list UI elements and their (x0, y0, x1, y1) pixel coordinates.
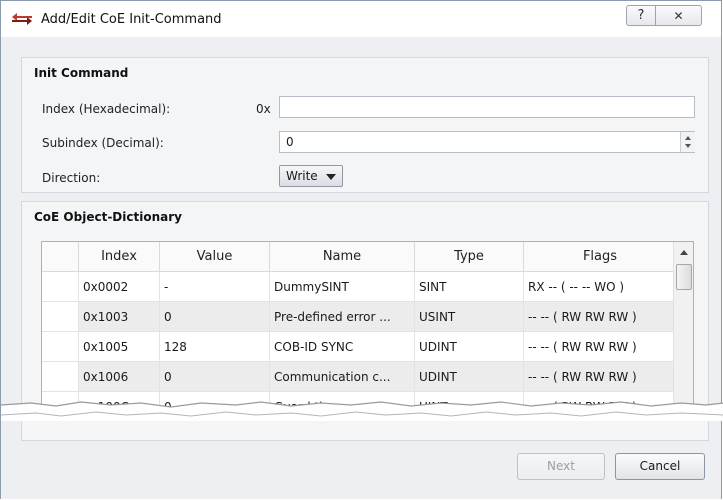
arrows-icon (12, 13, 32, 25)
column-header-name[interactable]: Name (269, 242, 415, 272)
torn-edge-divider (1, 401, 723, 421)
chevron-down-icon (326, 174, 336, 180)
object-dictionary-table[interactable]: Index Value Name Type Flags 0x0002 - Dum… (41, 241, 694, 417)
direction-value: Write (286, 169, 318, 183)
row-gutter (42, 301, 79, 332)
cell-name: Pre-defined error ... (269, 301, 415, 332)
column-header-flags[interactable]: Flags (523, 242, 677, 272)
direction-label: Direction: (42, 171, 101, 185)
window-title: Add/Edit CoE Init-Command (41, 12, 222, 27)
help-button[interactable]: ? (626, 5, 656, 26)
subindex-label: Subindex (Decimal): (42, 136, 164, 150)
column-header-index[interactable]: Index (78, 242, 160, 272)
table-row[interactable]: 0x1005 128 COB-ID SYNC UDINT -- -- ( RW … (42, 331, 677, 362)
spin-arrows-icon[interactable] (680, 132, 695, 152)
direction-dropdown[interactable]: Write (279, 165, 343, 187)
spin-glyph (685, 136, 691, 148)
cell-index: 0x1003 (78, 301, 160, 332)
cell-type: UDINT (414, 331, 524, 362)
cell-flags: -- -- ( RW RW RW ) (523, 331, 677, 362)
column-header-type[interactable]: Type (414, 242, 524, 272)
row-gutter (42, 331, 79, 362)
subindex-input[interactable]: 0 (279, 131, 695, 153)
table-vertical-scrollbar[interactable] (673, 242, 694, 416)
cell-value: 128 (159, 331, 270, 362)
column-header-value[interactable]: Value (159, 242, 270, 272)
close-button[interactable]: ✕ (655, 5, 702, 26)
cell-type: USINT (414, 301, 524, 332)
init-command-group: Init Command Index (Hexadecimal): 0x Sub… (21, 57, 709, 193)
cell-flags: -- -- ( RW RW RW ) (523, 361, 677, 392)
dialog-body: Init Command Index (Hexadecimal): 0x Sub… (1, 37, 721, 499)
init-command-group-title: Init Command (34, 66, 129, 80)
object-dictionary-group-title: CoE Object-Dictionary (34, 210, 182, 224)
cell-index: 0x1006 (78, 361, 160, 392)
cell-name: Communication c... (269, 361, 415, 392)
index-label: Index (Hexadecimal): (42, 102, 171, 116)
table-row[interactable]: 0x0002 - DummySINT SINT RX -- ( -- -- WO… (42, 271, 677, 302)
subindex-value: 0 (286, 135, 294, 149)
cell-flags: -- -- ( RW RW RW ) (523, 301, 677, 332)
hex-prefix-label: 0x (256, 102, 271, 116)
close-icon: ✕ (673, 8, 684, 23)
cell-type: UDINT (414, 361, 524, 392)
scrollbar-thumb[interactable] (676, 264, 692, 290)
cell-type: SINT (414, 271, 524, 302)
cell-index: 0x1005 (78, 331, 160, 362)
scroll-up-icon[interactable] (674, 244, 694, 262)
table-header-row: Index Value Name Type Flags (42, 242, 677, 272)
cell-index: 0x0002 (78, 271, 160, 302)
cell-flags: RX -- ( -- -- WO ) (523, 271, 677, 302)
cell-value: 0 (159, 301, 270, 332)
gutter-header (42, 242, 79, 272)
cell-value: - (159, 271, 270, 302)
cell-name: DummySINT (269, 271, 415, 302)
init-command-dialog: Add/Edit CoE Init-Command ? ✕ Init Comma… (0, 0, 723, 499)
cell-value: 0 (159, 361, 270, 392)
table-row[interactable]: 0x1006 0 Communication c... UDINT -- -- … (42, 361, 677, 392)
title-bar[interactable]: Add/Edit CoE Init-Command ? ✕ (1, 1, 721, 37)
table-row[interactable]: 0x1003 0 Pre-defined error ... USINT -- … (42, 301, 677, 332)
dictionary-grid: Index Value Name Type Flags 0x0002 - Dum… (42, 242, 677, 416)
row-gutter (42, 271, 79, 302)
help-icon: ? (637, 8, 645, 23)
next-button[interactable]: Next (517, 453, 605, 480)
row-gutter (42, 361, 79, 392)
cell-name: COB-ID SYNC (269, 331, 415, 362)
index-input[interactable] (279, 96, 695, 118)
cancel-button[interactable]: Cancel (615, 453, 705, 480)
